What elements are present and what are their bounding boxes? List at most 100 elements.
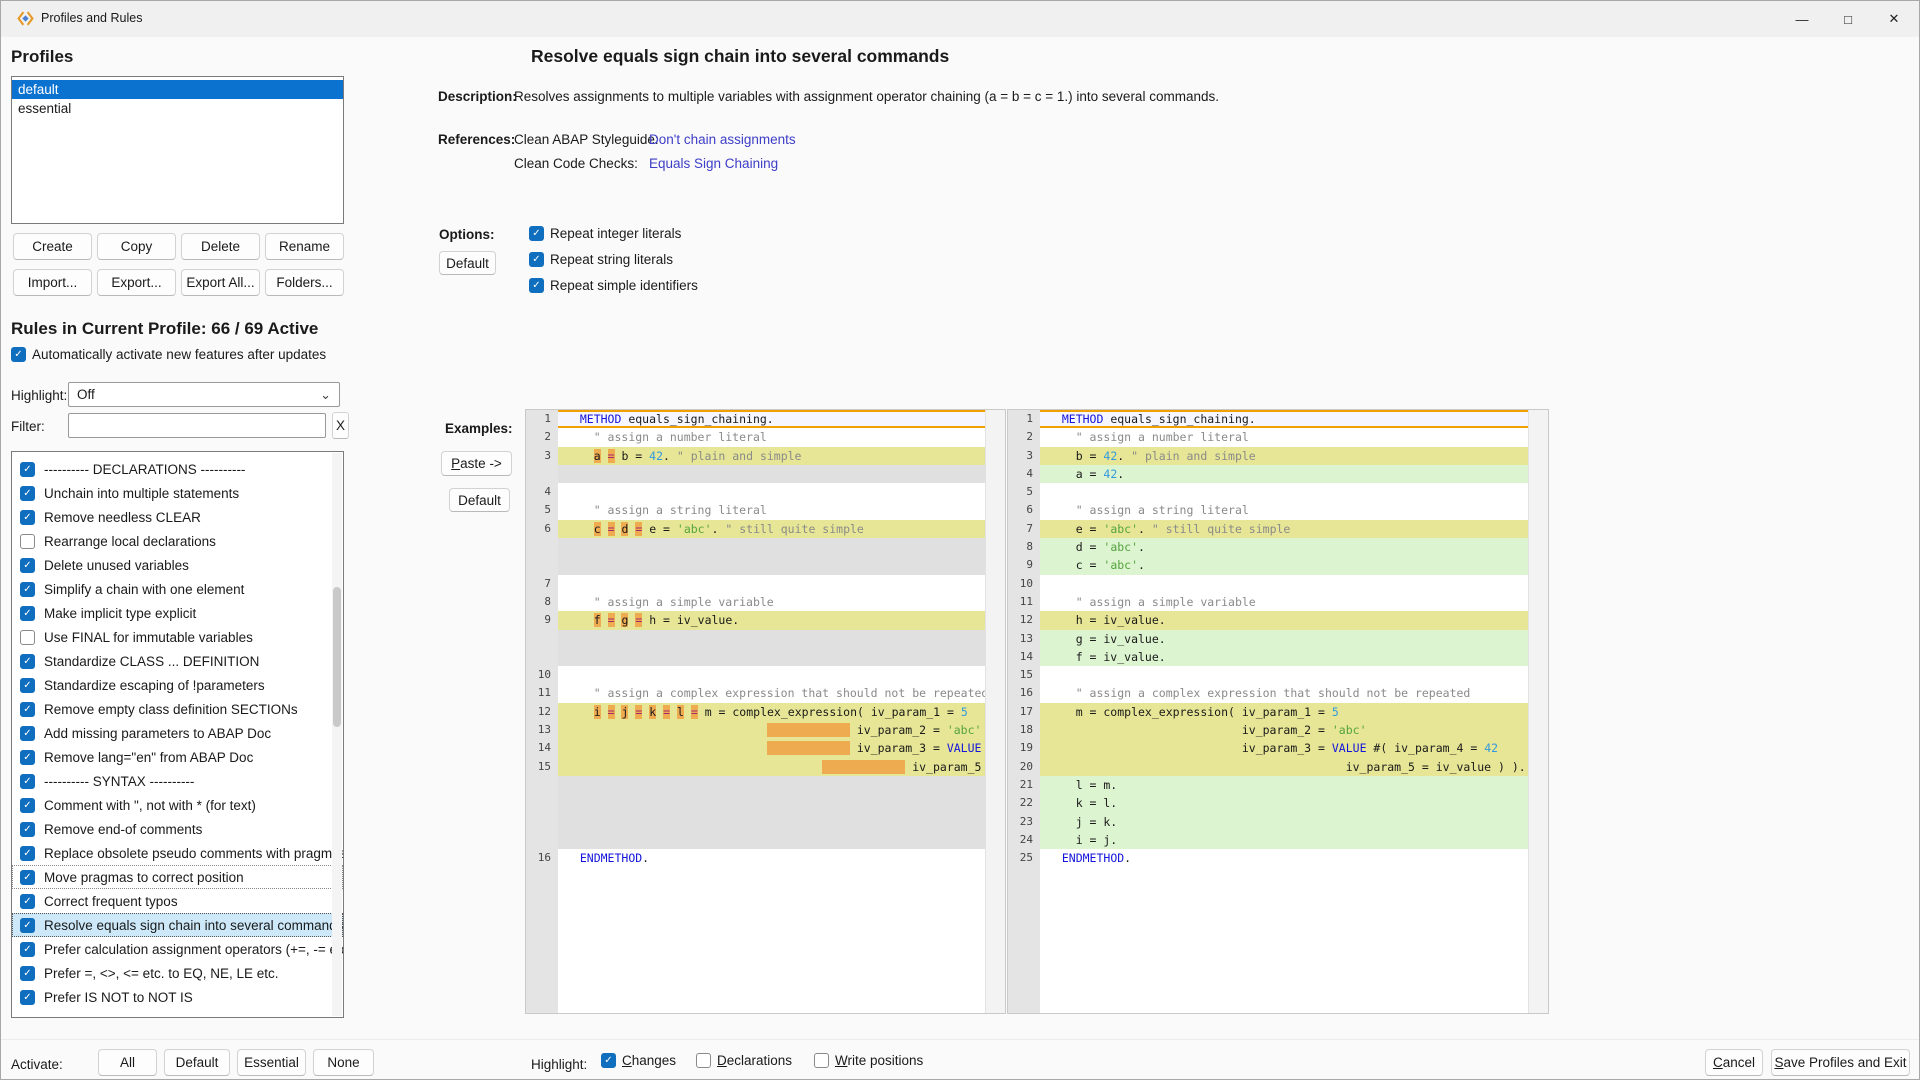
profile-export-button[interactable]: Export...: [97, 269, 176, 296]
rule-item[interactable]: ✓Comment with ", not with * (for text): [12, 793, 343, 817]
rules-list-scrollbar[interactable]: [332, 453, 342, 1016]
rule-checkbox[interactable]: ✓: [20, 582, 35, 597]
code-line: 13 iv_param_2 = 'abc': [526, 721, 985, 739]
rule-checkbox[interactable]: ✓: [20, 918, 35, 933]
profile-rename-button[interactable]: Rename: [265, 233, 344, 260]
scrollbar-thumb[interactable]: [333, 587, 341, 727]
reference-link[interactable]: Equals Sign Chaining: [649, 156, 778, 171]
profile-import-button[interactable]: Import...: [13, 269, 92, 296]
line-number: [526, 831, 558, 849]
example-code-before-panel[interactable]: 1 METHOD equals_sign_chaining.2 " assign…: [525, 409, 1006, 1014]
rule-label: Move pragmas to correct position: [44, 870, 244, 885]
option-checkbox[interactable]: ✓Repeat simple identifiers: [529, 278, 698, 293]
rule-checkbox[interactable]: ✓: [20, 726, 35, 741]
rule-checkbox[interactable]: ✓: [20, 678, 35, 693]
code-line: 6 c = d = e = 'abc'. " still quite simpl…: [526, 520, 985, 538]
rule-item[interactable]: ✓Correct frequent typos: [12, 889, 343, 913]
highlight-dropdown-value: Off: [77, 387, 95, 402]
rules-list[interactable]: ✓---------- DECLARATIONS ----------✓Unch…: [11, 451, 344, 1018]
footer-divider: [1, 1039, 1919, 1079]
rule-item[interactable]: ✓Prefer IS NOT to NOT IS: [12, 985, 343, 1009]
rule-checkbox[interactable]: ✓: [20, 654, 35, 669]
example-code-after-panel[interactable]: 1 METHOD equals_sign_chaining.2 " assign…: [1007, 409, 1549, 1014]
code-line: 5: [1008, 483, 1528, 501]
footer-highlight-changes-checkbox[interactable]: ✓Changes: [601, 1053, 676, 1068]
rule-checkbox[interactable]: ✓: [20, 774, 35, 789]
footer-highlight-declarations-checkbox[interactable]: ✓Declarations: [696, 1053, 792, 1068]
filter-clear-button[interactable]: X: [332, 412, 349, 439]
rule-checkbox[interactable]: ✓: [20, 630, 35, 645]
rule-item[interactable]: ✓Remove end-of comments: [12, 817, 343, 841]
rule-checkbox[interactable]: ✓: [20, 486, 35, 501]
line-number: 3: [1008, 447, 1040, 465]
rule-item[interactable]: ✓Standardize CLASS ... DEFINITION: [12, 649, 343, 673]
rule-checkbox[interactable]: ✓: [20, 990, 35, 1005]
reference-link[interactable]: Don't chain assignments: [649, 132, 796, 147]
rule-item[interactable]: ✓Delete unused variables: [12, 553, 343, 577]
rule-item[interactable]: ✓Resolve equals sign chain into several …: [12, 913, 343, 937]
rule-checkbox[interactable]: ✓: [20, 798, 35, 813]
rule-checkbox[interactable]: ✓: [20, 534, 35, 549]
profile-item[interactable]: default: [12, 80, 343, 99]
rule-checkbox[interactable]: ✓: [20, 894, 35, 909]
examples-default-button[interactable]: Default: [449, 488, 510, 512]
profile-export-all-button[interactable]: Export All...: [181, 269, 260, 296]
profile-delete-button[interactable]: Delete: [181, 233, 260, 260]
rule-item[interactable]: ✓Prefer =, <>, <= etc. to EQ, NE, LE etc…: [12, 961, 343, 985]
code-scrollbar[interactable]: [985, 410, 1005, 1013]
rule-title: Resolve equals sign chain into several c…: [531, 46, 949, 67]
rule-item[interactable]: ✓Rearrange local declarations: [12, 529, 343, 553]
rule-item[interactable]: ✓Unchain into multiple statements: [12, 481, 343, 505]
line-number: 2: [1008, 428, 1040, 446]
rule-item[interactable]: ✓Simplify a chain with one element: [12, 577, 343, 601]
code-line: 19 iv_param_3 = VALUE #( iv_param_4 = 42: [1008, 739, 1528, 757]
save-profiles-button[interactable]: Save Profiles and Exit: [1771, 1049, 1910, 1076]
code-line: 8 d = 'abc'.: [1008, 538, 1528, 556]
rule-checkbox[interactable]: ✓: [20, 558, 35, 573]
rule-item[interactable]: ✓---------- SYNTAX ----------: [12, 769, 343, 793]
filter-input[interactable]: [68, 413, 326, 438]
maximize-button[interactable]: □: [1825, 1, 1871, 37]
rule-checkbox[interactable]: ✓: [20, 942, 35, 957]
option-checkbox[interactable]: ✓Repeat string literals: [529, 252, 673, 267]
rule-checkbox[interactable]: ✓: [20, 966, 35, 981]
rule-checkbox[interactable]: ✓: [20, 870, 35, 885]
profile-copy-button[interactable]: Copy: [97, 233, 176, 260]
rule-checkbox[interactable]: ✓: [20, 510, 35, 525]
rule-checkbox[interactable]: ✓: [20, 462, 35, 477]
rule-item[interactable]: ✓Remove needless CLEAR: [12, 505, 343, 529]
chevron-down-icon: ⌄: [320, 387, 331, 403]
rule-item[interactable]: ✓Prefer calculation assignment operators…: [12, 937, 343, 961]
rule-item[interactable]: ✓ Move pragmas to correct position: [12, 865, 343, 889]
cancel-button[interactable]: Cancel: [1705, 1049, 1763, 1076]
code-line: 10: [526, 666, 985, 684]
rule-checkbox[interactable]: ✓: [20, 702, 35, 717]
rule-item[interactable]: ✓Replace obsolete pseudo comments with p…: [12, 841, 343, 865]
line-number: 16: [1008, 684, 1040, 702]
rule-item[interactable]: ✓Use FINAL for immutable variables: [12, 625, 343, 649]
rule-item[interactable]: ✓Remove lang="en" from ABAP Doc: [12, 745, 343, 769]
rule-item[interactable]: ✓Remove empty class definition SECTIONs: [12, 697, 343, 721]
paste-button[interactable]: Paste ->: [441, 451, 512, 476]
rule-checkbox[interactable]: ✓: [20, 750, 35, 765]
options-default-button[interactable]: Default: [439, 251, 496, 275]
auto-activate-checkbox[interactable]: ✓ Automatically activate new features af…: [11, 347, 326, 362]
rule-checkbox[interactable]: ✓: [20, 846, 35, 861]
minimize-button[interactable]: —: [1779, 1, 1825, 37]
code-scrollbar[interactable]: [1528, 410, 1548, 1013]
rule-item[interactable]: ✓Make implicit type explicit: [12, 601, 343, 625]
profile-folders-button[interactable]: Folders...: [265, 269, 344, 296]
code-line: [526, 630, 985, 648]
rule-item[interactable]: ✓Add missing parameters to ABAP Doc: [12, 721, 343, 745]
footer-highlight-write-positions-checkbox[interactable]: ✓Write positions: [814, 1053, 923, 1068]
profile-item[interactable]: essential: [12, 99, 343, 118]
profile-create-button[interactable]: Create: [13, 233, 92, 260]
rule-item[interactable]: ✓---------- DECLARATIONS ----------: [12, 457, 343, 481]
option-checkbox[interactable]: ✓Repeat integer literals: [529, 226, 681, 241]
highlight-dropdown[interactable]: Off ⌄: [68, 382, 340, 407]
rule-checkbox[interactable]: ✓: [20, 606, 35, 621]
rule-item[interactable]: ✓Standardize escaping of !parameters: [12, 673, 343, 697]
profiles-list[interactable]: defaultessential: [11, 76, 344, 224]
close-button[interactable]: ✕: [1871, 1, 1917, 37]
rule-checkbox[interactable]: ✓: [20, 822, 35, 837]
